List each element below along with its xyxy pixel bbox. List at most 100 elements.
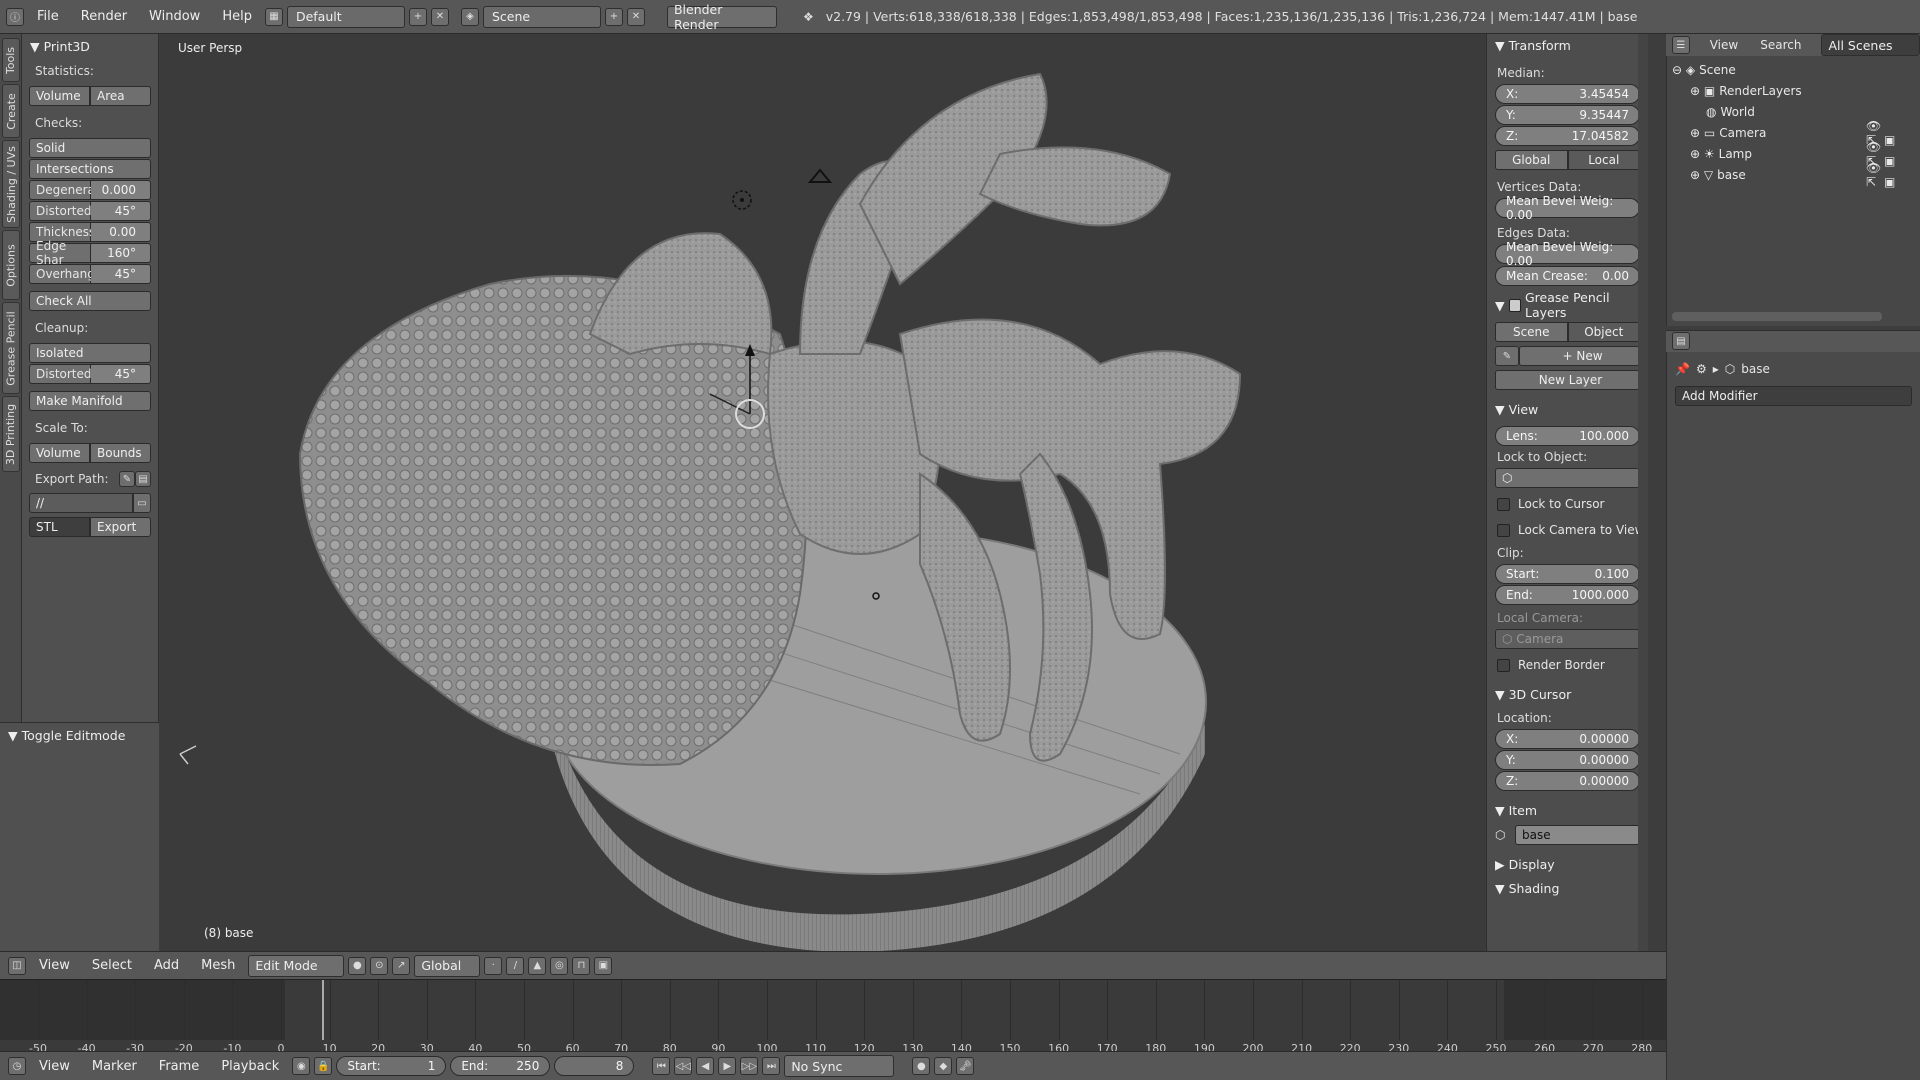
orientation-select[interactable]: Global bbox=[414, 954, 481, 977]
mean-crease-field[interactable]: Mean Crease: 0.00 bbox=[1495, 266, 1640, 286]
tab-options[interactable]: Options bbox=[2, 230, 20, 300]
export-path-field[interactable]: // bbox=[29, 493, 133, 513]
3d-viewport[interactable]: User Persp (8) base bbox=[160, 34, 1485, 951]
eyedropper-icon[interactable]: ✎ bbox=[119, 471, 135, 487]
volume-button[interactable]: Volume bbox=[29, 86, 90, 106]
area-button[interactable]: Area bbox=[90, 86, 151, 106]
tl-menu-playback[interactable]: Playback bbox=[212, 1059, 288, 1074]
layout-icon[interactable]: ▦ bbox=[264, 7, 283, 26]
intersections-button[interactable]: Intersections bbox=[29, 159, 151, 179]
vp-menu-view[interactable]: View bbox=[30, 958, 79, 973]
lock-range-icon[interactable]: 🔒 bbox=[314, 1057, 333, 1075]
tl-menu-view[interactable]: View bbox=[30, 1059, 79, 1074]
print3d-header[interactable]: ▼ Print3D bbox=[22, 34, 158, 58]
menu-render[interactable]: Render bbox=[72, 9, 136, 24]
display-mode-select[interactable]: All Scenes bbox=[1821, 34, 1920, 56]
lock-cursor-checkbox[interactable]: Lock to Cursor bbox=[1487, 494, 1648, 514]
pivot-icon[interactable]: ⊙ bbox=[370, 956, 389, 975]
snap-icon[interactable]: ⊓ bbox=[572, 956, 591, 975]
outliner-world[interactable]: ◍ World bbox=[1706, 102, 1755, 122]
median-y-field[interactable]: Y: 9.35447 bbox=[1495, 105, 1640, 125]
render-preview-icon[interactable]: ▣ bbox=[594, 956, 613, 975]
vp-menu-mesh[interactable]: Mesh bbox=[192, 958, 244, 973]
clip-start-field[interactable]: Start: 0.100 bbox=[1495, 564, 1640, 584]
distorted-row[interactable]: Distorted 45° bbox=[29, 201, 151, 221]
timeline-editor-icon[interactable]: ◷ bbox=[8, 1057, 26, 1075]
median-z-field[interactable]: Z: 17.04582 bbox=[1495, 126, 1640, 146]
edge-select-icon[interactable]: / bbox=[506, 956, 525, 975]
render-engine-select[interactable]: Blender Render bbox=[666, 2, 777, 32]
mode-select[interactable]: Edit Mode bbox=[248, 954, 345, 977]
base-visibility-icons[interactable]: 👁⇱▣ bbox=[1866, 161, 1920, 189]
jump-start-icon[interactable]: ⏮ bbox=[652, 1057, 671, 1075]
scene-icon[interactable]: ◈ bbox=[460, 7, 479, 26]
outliner-view-menu[interactable]: View bbox=[1710, 38, 1738, 52]
make-manifold-button[interactable]: Make Manifold bbox=[29, 391, 151, 411]
next-keyframe-icon[interactable]: ▷▷ bbox=[740, 1057, 759, 1075]
format-select[interactable]: STL bbox=[29, 517, 90, 537]
tab-grease-pencil[interactable]: Grease Pencil bbox=[2, 302, 20, 394]
end-frame-field[interactable]: End: 250 bbox=[450, 1056, 551, 1076]
menu-file[interactable]: File bbox=[28, 9, 68, 24]
tab-shading-uvs[interactable]: Shading / UVs bbox=[2, 140, 20, 228]
manipulator-icon[interactable]: ↗ bbox=[392, 956, 411, 975]
outliner-camera[interactable]: ⊕ ▭ Camera bbox=[1690, 123, 1766, 143]
outliner-renderlayers[interactable]: ⊕ ▣ RenderLayers bbox=[1690, 81, 1802, 101]
3d-view-editor-icon[interactable]: ◫ bbox=[8, 956, 26, 975]
play-icon[interactable]: ▶ bbox=[718, 1057, 737, 1075]
keying-set-icon[interactable]: ◆ bbox=[934, 1057, 953, 1075]
tl-menu-marker[interactable]: Marker bbox=[83, 1059, 146, 1074]
vp-menu-select[interactable]: Select bbox=[83, 958, 141, 973]
remove-scene-icon[interactable]: ✕ bbox=[626, 7, 645, 26]
3d-cursor-header[interactable]: ▼ 3D Cursor bbox=[1487, 683, 1648, 705]
edge-sharp-row[interactable]: Edge Shar 160° bbox=[29, 239, 151, 267]
toggle-editmode-header[interactable]: ▼ Toggle Editmode bbox=[0, 723, 159, 747]
outliner-lamp[interactable]: ⊕ ☀ Lamp bbox=[1690, 144, 1752, 164]
display-header[interactable]: ▶ Display bbox=[1487, 853, 1648, 875]
shading-mode-icon[interactable]: ● bbox=[348, 956, 367, 975]
prev-keyframe-icon[interactable]: ◁◁ bbox=[674, 1057, 693, 1075]
view-header[interactable]: ▼ View bbox=[1487, 398, 1648, 420]
item-header[interactable]: ▼ Item bbox=[1487, 799, 1648, 821]
timeline[interactable]: -50 -40 -30 -20 -10 0 10 20 30 40 50 60 70 80 90 100 110… bbox=[0, 979, 1666, 1055]
local-camera-field[interactable]: ⬡ Camera bbox=[1495, 629, 1640, 649]
sync-select[interactable]: No Sync bbox=[784, 1055, 895, 1077]
new-grease-button[interactable]: + New bbox=[1519, 346, 1640, 366]
shading-header[interactable]: ▼ Shading bbox=[1487, 877, 1648, 899]
new-layer-button[interactable]: New Layer bbox=[1495, 370, 1640, 390]
file-browse-icon[interactable]: ▤ bbox=[135, 471, 151, 487]
vp-menu-add[interactable]: Add bbox=[145, 958, 188, 973]
properties-scrollbar[interactable] bbox=[1638, 34, 1648, 951]
tab-3d-printing[interactable]: 3D Printing bbox=[2, 396, 20, 472]
folder-icon[interactable]: ▭ bbox=[133, 493, 151, 513]
vertex-select-icon[interactable]: · bbox=[484, 956, 503, 975]
outliner-scrollbar[interactable] bbox=[1672, 312, 1882, 321]
clip-end-field[interactable]: End: 1000.000 bbox=[1495, 585, 1640, 605]
degenerate-row[interactable]: Degenera 0.000 bbox=[29, 180, 151, 200]
tl-menu-frame[interactable]: Frame bbox=[150, 1059, 209, 1074]
tab-tools[interactable]: Tools bbox=[2, 38, 20, 82]
layout-selector[interactable]: Default bbox=[286, 5, 405, 28]
remove-layout-icon[interactable]: ✕ bbox=[430, 7, 449, 26]
scene-selector[interactable]: Scene bbox=[482, 5, 601, 28]
menu-window[interactable]: Window bbox=[140, 9, 209, 24]
record-icon[interactable]: ◉ bbox=[292, 1057, 311, 1075]
start-frame-field[interactable]: Start: 1 bbox=[336, 1056, 447, 1076]
scale-bounds-button[interactable]: Bounds bbox=[90, 443, 151, 463]
menu-help[interactable]: Help bbox=[213, 9, 261, 24]
proportional-icon[interactable]: ◎ bbox=[550, 956, 569, 975]
global-button[interactable]: Global bbox=[1495, 150, 1568, 170]
keyframe-icon[interactable]: 🗝 bbox=[956, 1057, 975, 1075]
transform-header[interactable]: ▼ Transform bbox=[1487, 34, 1648, 56]
lock-object-field[interactable]: ⬡ bbox=[1495, 468, 1640, 488]
lens-field[interactable]: Lens: 100.000 bbox=[1495, 426, 1640, 446]
check-all-button[interactable]: Check All bbox=[29, 291, 151, 311]
cursor-y-field[interactable]: Y: 0.00000 bbox=[1495, 750, 1640, 770]
outliner-search-menu[interactable]: Search bbox=[1760, 38, 1801, 52]
current-frame-field[interactable]: 8 bbox=[554, 1056, 635, 1076]
render-border-checkbox[interactable]: Render Border bbox=[1487, 655, 1648, 675]
info-editor-icon[interactable]: ⓘ bbox=[6, 7, 24, 26]
edge-bevel-field[interactable]: Mean Bevel Weig: 0.00 bbox=[1495, 240, 1640, 268]
grease-scene-button[interactable]: Scene bbox=[1495, 322, 1568, 342]
outliner-base[interactable]: ⊕ ▽ base bbox=[1690, 165, 1746, 185]
